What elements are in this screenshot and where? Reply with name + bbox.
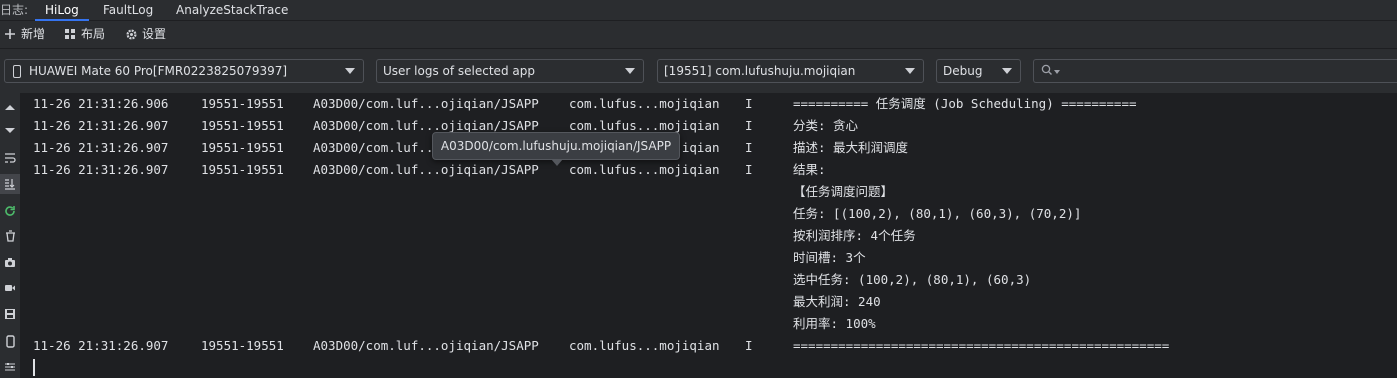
log-package: com.lufus...mojiqian — [569, 162, 720, 177]
log-row: 11-26 21:31:26.906 19551-19551 A03D00/co… — [33, 93, 1137, 115]
log-level: I — [745, 140, 753, 155]
chevron-down-icon — [905, 68, 915, 74]
log-row: 11-26 21:31:26.907 19551-19551 A03D00/co… — [33, 159, 826, 181]
device-icon[interactable] — [0, 331, 20, 351]
log-row-continuation: 选中任务: (100,2), (80,1), (60,3) — [33, 269, 1031, 291]
log-tag[interactable]: A03D00/com.luf...ojiqian/JSAPP — [313, 335, 539, 357]
log-output-panel[interactable]: 11-26 21:31:26.906 19551-19551 A03D00/co… — [21, 93, 1397, 378]
log-tag[interactable]: A03D00/com.luf...ojiqian/JSAPP — [313, 159, 539, 181]
log-row-continuation: 【任务调度问题】 — [33, 181, 893, 203]
log-pid: 19551-19551 — [201, 140, 284, 155]
log-message: 时间槽: 3个 — [793, 250, 866, 265]
chevron-down-icon — [345, 68, 355, 74]
log-message: ========================================… — [793, 338, 1170, 353]
filter-bar: HUAWEI Mate 60 Pro[FMR0223825079397] Use… — [0, 56, 1397, 86]
layout-grid-icon — [63, 27, 77, 41]
filter-settings-icon[interactable] — [0, 357, 20, 377]
log-pid: 19551-19551 — [201, 96, 284, 111]
log-row-continuation: 利用率: 100% — [33, 313, 876, 335]
log-message: 按利润排序: 4个任务 — [793, 228, 916, 243]
add-label: 新增 — [21, 27, 46, 41]
log-row-continuation: 时间槽: 3个 — [33, 247, 866, 269]
log-message: 分类: 贪心 — [793, 118, 859, 133]
log-row-continuation: 最大利润: 240 — [33, 291, 881, 313]
log-level: I — [745, 118, 753, 133]
device-select-value: HUAWEI Mate 60 Pro[FMR0223825079397] — [29, 64, 288, 78]
log-row: 11-26 21:31:26.907 19551-19551 A03D00/co… — [33, 335, 1169, 357]
log-tabs-prefix: 日志: — [0, 3, 29, 17]
phone-icon — [13, 65, 21, 78]
log-level: I — [745, 162, 753, 177]
log-level-select[interactable]: Debug — [936, 59, 1021, 83]
arrow-down-icon[interactable] — [0, 121, 20, 141]
device-select[interactable]: HUAWEI Mate 60 Pro[FMR0223825079397] — [4, 59, 364, 83]
log-pid: 19551-19551 — [201, 118, 284, 133]
log-level: I — [745, 338, 753, 353]
log-message: 结果: — [793, 162, 826, 177]
tab-hilog[interactable]: HiLog — [35, 0, 89, 21]
log-package: com.lufus...mojiqian — [569, 96, 720, 111]
log-message: ========== 任务调度 (Job Scheduling) =======… — [793, 96, 1137, 111]
tooltip-text: A03D00/com.lufushuju.mojiqian/JSAPP — [440, 139, 672, 153]
toolbar-divider — [0, 48, 1397, 49]
tab-analyze-stack-trace[interactable]: AnalyzeStackTrace — [176, 0, 288, 20]
save-icon[interactable] — [0, 304, 20, 324]
settings-label: 设置 — [142, 27, 167, 41]
log-message: 任务: [(100,2), (80,1), (60,3), (70,2)] — [793, 206, 1082, 221]
tooltip-tail — [551, 159, 563, 166]
process-value: [19551] com.lufushuju.mojiqian — [664, 64, 856, 78]
arrow-up-icon[interactable] — [0, 97, 20, 117]
log-message: 选中任务: (100,2), (80,1), (60,3) — [793, 272, 1032, 287]
settings-button[interactable]: 设置 — [124, 21, 166, 47]
log-search-input[interactable] — [1033, 59, 1397, 83]
trash-icon[interactable] — [0, 226, 20, 246]
video-icon[interactable] — [0, 278, 20, 298]
log-message: 描述: 最大利润调度 — [793, 140, 909, 155]
log-row: 11-26 21:31:26.907 19551-19551 A03D00/co… — [33, 137, 908, 159]
add-button[interactable]: 新增 — [3, 21, 45, 47]
log-scope-select[interactable]: User logs of selected app — [376, 59, 644, 83]
action-bar: 新增 布局 设置 — [0, 21, 1397, 47]
process-select[interactable]: [19551] com.lufushuju.mojiqian — [657, 59, 924, 83]
restart-icon[interactable] — [0, 201, 20, 221]
log-row-continuation: 按利润排序: 4个任务 — [33, 225, 916, 247]
camera-icon[interactable] — [0, 252, 20, 272]
chevron-down-icon — [625, 68, 635, 74]
log-tag[interactable]: A03D00/com.luf...ojiqian/JSAPP — [313, 93, 539, 115]
layout-label: 布局 — [81, 27, 106, 41]
log-time: 11-26 21:31:26.907 — [33, 118, 169, 133]
tab-faultlog[interactable]: FaultLog — [103, 0, 153, 20]
text-cursor — [33, 359, 35, 376]
log-pid: 19551-19551 — [201, 338, 284, 353]
log-message: 最大利润: 240 — [793, 294, 881, 309]
log-scope-value: User logs of selected app — [383, 64, 535, 78]
layout-button[interactable]: 布局 — [63, 21, 105, 47]
log-level: I — [745, 96, 753, 111]
search-history-caret-icon[interactable] — [1054, 70, 1060, 74]
log-time: 11-26 21:31:26.906 — [33, 96, 169, 111]
log-message: 【任务调度问题】 — [793, 184, 894, 199]
log-package: com.lufus...mojiqian — [569, 338, 720, 353]
search-icon — [1041, 64, 1053, 79]
log-row: 11-26 21:31:26.907 19551-19551 A03D00/co… — [33, 115, 858, 137]
log-tool-sidebar — [0, 93, 21, 378]
tag-tooltip: A03D00/com.lufushuju.mojiqian/JSAPP — [432, 132, 680, 166]
gear-icon — [124, 27, 138, 41]
log-pid: 19551-19551 — [201, 162, 284, 177]
plus-icon — [3, 27, 17, 41]
log-tab-bar: 日志: HiLog FaultLog AnalyzeStackTrace — [0, 0, 1397, 21]
log-time: 11-26 21:31:26.907 — [33, 162, 169, 177]
chevron-down-icon — [1002, 68, 1012, 74]
log-level-value: Debug — [943, 64, 983, 78]
log-time: 11-26 21:31:26.907 — [33, 140, 169, 155]
log-row-continuation: 任务: [(100,2), (80,1), (60,3), (70,2)] — [33, 203, 1081, 225]
scroll-to-end-icon[interactable] — [0, 174, 20, 194]
log-time: 11-26 21:31:26.907 — [33, 338, 169, 353]
soft-wrap-icon[interactable] — [0, 148, 20, 168]
log-message: 利用率: 100% — [793, 316, 876, 331]
